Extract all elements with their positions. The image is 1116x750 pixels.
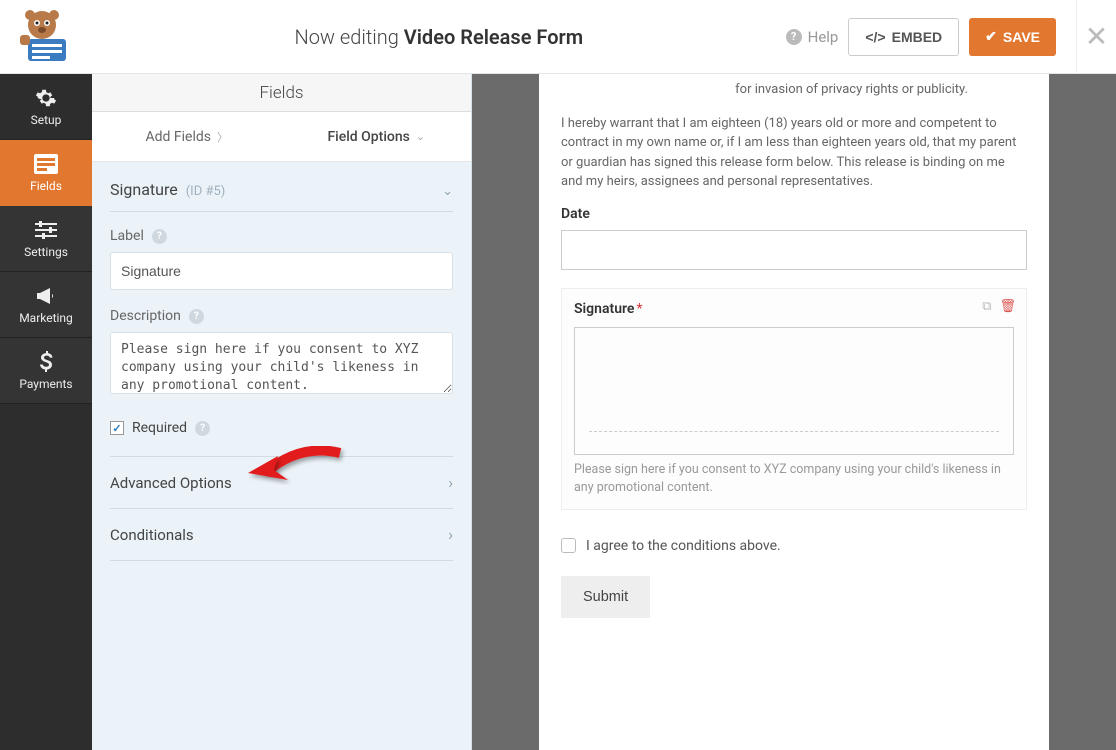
- description-textarea[interactable]: [110, 332, 453, 394]
- sidebar-item-settings[interactable]: Settings: [0, 206, 92, 272]
- save-button[interactable]: ✔ SAVE: [969, 18, 1056, 56]
- signature-field-label: Signature: [574, 301, 634, 317]
- chevron-right-icon: 〉: [217, 129, 228, 145]
- help-link[interactable]: ? Help: [786, 28, 839, 46]
- required-label: Required: [132, 420, 187, 436]
- field-id: (ID #5): [186, 184, 226, 199]
- label-input[interactable]: [110, 252, 453, 290]
- panel-title: Fields: [92, 74, 471, 112]
- required-checkbox[interactable]: ✓: [110, 421, 124, 435]
- dollar-icon: [34, 351, 58, 373]
- sidebar-item-marketing[interactable]: Marketing: [0, 272, 92, 338]
- logo: [0, 0, 92, 74]
- panel-tabs: Add Fields 〉 Field Options ⌄: [92, 112, 471, 162]
- chevron-right-icon: ›: [448, 525, 453, 544]
- sidebar-item-fields[interactable]: Fields: [0, 140, 92, 206]
- consent-label: I agree to the conditions above.: [586, 538, 781, 554]
- sidebar-item-payments[interactable]: Payments: [0, 338, 92, 404]
- help-tooltip-icon[interactable]: ?: [152, 229, 167, 244]
- left-sidebar: Setup Fields Settings Marketing Payments: [0, 74, 92, 750]
- field-tools: ⧉ 🗑: [982, 299, 1016, 314]
- top-bar: Now editing Video Release Form ? Help </…: [0, 0, 1116, 74]
- required-indicator: *: [636, 301, 642, 317]
- submit-button[interactable]: Submit: [561, 576, 650, 618]
- top-actions: ? Help </> EMBED ✔ SAVE: [786, 18, 1076, 56]
- signature-description: Please sign here if you consent to XYZ c…: [574, 461, 1014, 497]
- embed-button[interactable]: </> EMBED: [848, 18, 959, 56]
- form-icon: [34, 153, 58, 175]
- date-field-label: Date: [561, 206, 1027, 222]
- consent-checkbox[interactable]: [561, 538, 576, 553]
- form-preview: for invasion of privacy rights or public…: [472, 74, 1116, 750]
- signature-pad[interactable]: [574, 327, 1014, 455]
- advanced-options-row[interactable]: Advanced Options ›: [110, 457, 453, 509]
- chevron-down-icon: ⌄: [442, 184, 453, 199]
- help-tooltip-icon[interactable]: ?: [195, 421, 210, 436]
- legal-text: for invasion of privacy rights or public…: [561, 74, 1027, 192]
- help-tooltip-icon[interactable]: ?: [189, 309, 204, 324]
- chevron-right-icon: ›: [448, 473, 453, 492]
- consent-row: I agree to the conditions above.: [561, 538, 1027, 554]
- label-field-label: Label ?: [110, 228, 453, 244]
- trash-icon[interactable]: 🗑: [999, 299, 1016, 314]
- signature-line: [589, 431, 999, 432]
- close-button[interactable]: ✕: [1076, 0, 1116, 74]
- field-section-header[interactable]: Signature (ID #5) ⌄: [110, 180, 453, 212]
- conditionals-row[interactable]: Conditionals ›: [110, 509, 453, 561]
- gear-icon: [34, 87, 58, 109]
- field-options-panel: Fields Add Fields 〉 Field Options ⌄ Sign…: [92, 74, 472, 750]
- signature-field-block[interactable]: Signature* ⧉ 🗑 Please sign here if you c…: [561, 288, 1027, 510]
- tab-field-options[interactable]: Field Options ⌄: [282, 112, 472, 161]
- help-icon: ?: [786, 29, 802, 45]
- page-title: Now editing Video Release Form: [92, 25, 786, 49]
- form-canvas[interactable]: for invasion of privacy rights or public…: [539, 74, 1049, 750]
- required-row: ✓ Required ?: [110, 420, 453, 457]
- sliders-icon: [34, 219, 58, 241]
- check-icon: ✔: [985, 28, 997, 45]
- wpforms-logo-icon: [18, 9, 74, 65]
- code-icon: </>: [865, 29, 885, 45]
- chevron-down-icon: ⌄: [416, 130, 425, 143]
- sidebar-item-setup[interactable]: Setup: [0, 74, 92, 140]
- date-input[interactable]: [561, 230, 1027, 270]
- form-name: Video Release Form: [404, 25, 583, 49]
- megaphone-icon: [34, 285, 58, 307]
- description-field-label: Description ?: [110, 308, 453, 324]
- duplicate-icon[interactable]: ⧉: [982, 299, 991, 314]
- tab-add-fields[interactable]: Add Fields 〉: [92, 112, 282, 161]
